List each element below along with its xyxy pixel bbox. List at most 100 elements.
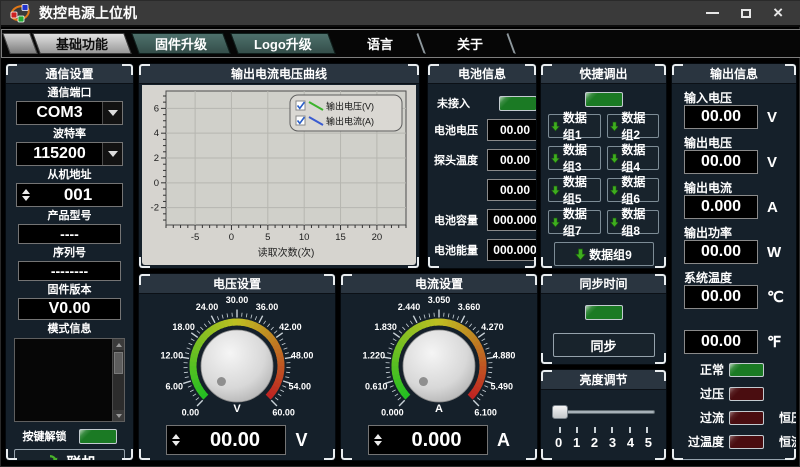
data-group-6-button[interactable]: 数据组6 [607, 178, 660, 202]
over-current-label: 过流 [676, 409, 724, 426]
slave-address-spinner[interactable]: 001 [16, 183, 123, 207]
slider-handle[interactable] [552, 405, 568, 419]
close-output-button[interactable]: 关闭 [680, 459, 788, 461]
recall-panel-title: 快捷调出 [541, 64, 666, 84]
recall-button-label: 数据组1 [563, 109, 598, 143]
probe-temp-fahrenheit-value: 00.00 [487, 179, 537, 201]
data-group-8-button[interactable]: 数据组8 [607, 210, 660, 234]
output-power-label: 输出功率 [684, 224, 796, 238]
chevron-down-icon [108, 151, 118, 157]
key-unlock-label: 按键解锁 [23, 428, 67, 444]
spin-up-icon[interactable] [374, 434, 382, 439]
spin-down-icon[interactable] [172, 441, 180, 446]
close-window-button[interactable]: × [773, 6, 783, 20]
sync-button[interactable]: 同步 [553, 333, 655, 357]
output-current-unit: A [767, 199, 778, 216]
tab-logo-upgrade[interactable]: Logo升级 [230, 33, 335, 54]
maximize-button[interactable] [741, 9, 751, 18]
data-group-9-button[interactable]: 数据组9 [554, 242, 654, 266]
over-voltage-led [729, 387, 764, 401]
data-group-3-button[interactable]: 数据组3 [548, 146, 601, 170]
brightness-slider[interactable] [552, 405, 655, 419]
voltage-setpoint-spinner[interactable]: 00.00 [166, 425, 286, 455]
product-model-label: 产品型号 [6, 209, 133, 223]
input-voltage-label: 输入电压 [684, 89, 796, 103]
tab-firmware-upgrade[interactable]: 固件升级 [131, 33, 231, 54]
tab-label: 固件升级 [155, 34, 207, 53]
output-voltage-value: 00.00 [684, 150, 758, 174]
spinner-buttons[interactable] [167, 426, 184, 454]
data-group-7-button[interactable]: 数据组7 [548, 210, 601, 234]
app-logo-icon [9, 3, 31, 23]
brightness-tick-label: 1 [573, 435, 580, 450]
comm-panel-title: 通信设置 [6, 64, 133, 84]
x-tick-label: 0 [229, 232, 234, 243]
y-tick-label: -2 [151, 203, 159, 214]
serial-number-label: 序列号 [6, 246, 133, 260]
sync-status-led [585, 305, 623, 320]
tab-label: 基础功能 [56, 34, 108, 53]
status-led-row: 正常 [676, 361, 794, 378]
current-gauge[interactable]: 0.0000.6101.2201.8302.4403.0503.6604.270… [344, 296, 534, 424]
data-group-1-button[interactable]: 数据组1 [548, 114, 601, 138]
brightness-tick-label: 2 [591, 435, 598, 450]
scrollbar-thumb[interactable] [114, 352, 123, 374]
panel-corner-decoration [541, 449, 552, 460]
voltage-knob[interactable] [201, 330, 273, 402]
brightness-ticks [559, 427, 648, 433]
spin-down-icon[interactable] [22, 196, 30, 201]
voltage-scale-label: 48.00 [291, 351, 314, 361]
spinner-buttons[interactable] [369, 426, 386, 454]
voltage-scale-label: 60.00 [272, 408, 295, 418]
system-temp-fahrenheit-value: 00.00 [684, 330, 758, 354]
over-temperature-led [729, 435, 764, 449]
y-tick-label: 4 [154, 128, 159, 139]
battery-panel-title: 电池信息 [428, 64, 536, 84]
system-temp-celsius-value: 00.00 [684, 285, 758, 309]
spin-up-icon[interactable] [172, 434, 180, 439]
tab-language[interactable]: 语言 [335, 33, 426, 54]
brightness-tick [646, 427, 648, 433]
window-controls: × [706, 6, 793, 20]
current-setpoint-spinner[interactable]: 0.000 [368, 425, 488, 455]
battery-row-battery-energy: 电池能量000.000Wh [434, 239, 533, 261]
current-knob-indicator [419, 377, 428, 386]
brightness-panel-title: 亮度调节 [541, 370, 666, 390]
baud-rate-dropdown-arrow[interactable] [102, 143, 122, 165]
battery-status-row: 未接入 [437, 95, 530, 111]
comm-port-dropdown-arrow[interactable] [102, 102, 122, 124]
scroll-down-arrow[interactable] [113, 410, 124, 421]
output-info-panel: 输出信息 输入电压00.00V输出电压00.00V输出电流0.000A输出功率0… [671, 63, 797, 461]
spinner-buttons[interactable] [17, 184, 34, 206]
spin-down-icon[interactable] [374, 441, 382, 446]
current-knob[interactable] [403, 330, 475, 402]
constant-current-label: 恒流 [771, 433, 797, 450]
spin-up-icon[interactable] [22, 189, 30, 194]
voltage-gauge-wrap: 0.006.0012.0018.0024.0030.0036.0042.0048… [139, 296, 335, 424]
download-arrow-icon [551, 184, 560, 197]
battery-row-battery-capacity: 电池容量000.000Ah [434, 209, 533, 231]
comm-port-select[interactable]: COM3 [16, 101, 123, 125]
connect-button[interactable]: 联机 [14, 449, 125, 461]
scroll-up-arrow[interactable] [113, 339, 124, 350]
tab-about[interactable]: 关于 [425, 33, 516, 54]
current-scale-label: 4.270 [481, 322, 504, 332]
download-arrow-icon [610, 216, 619, 229]
recall-button-label: 数据组6 [621, 173, 656, 207]
voltage-panel-title: 电压设置 [139, 274, 335, 294]
output-curve-chart: -505101520-20246读取次数(次)输出电压(V)输出电流(A) [142, 85, 416, 263]
recall-button-label: 数据组2 [621, 109, 656, 143]
data-group-5-button[interactable]: 数据组5 [548, 178, 601, 202]
baud-rate-select[interactable]: 115200 [16, 142, 123, 166]
voltage-gauge[interactable]: 0.006.0012.0018.0024.0030.0036.0042.0048… [142, 296, 332, 424]
mode-info-label: 模式信息 [6, 322, 133, 336]
tab-label: 语言 [367, 34, 393, 53]
data-group-2-button[interactable]: 数据组2 [607, 114, 660, 138]
mode-info-scrollbar[interactable] [112, 339, 124, 421]
minimize-button[interactable] [706, 12, 719, 14]
status-led-row: 过温度恒流 [676, 433, 794, 450]
tab-basic-functions[interactable]: 基础功能 [32, 33, 132, 54]
title-bar: 数控电源上位机 × [1, 1, 800, 27]
data-group-4-button[interactable]: 数据组4 [607, 146, 660, 170]
battery-row-probe-temp-celsius: 探头温度00.00℃ [434, 149, 533, 171]
